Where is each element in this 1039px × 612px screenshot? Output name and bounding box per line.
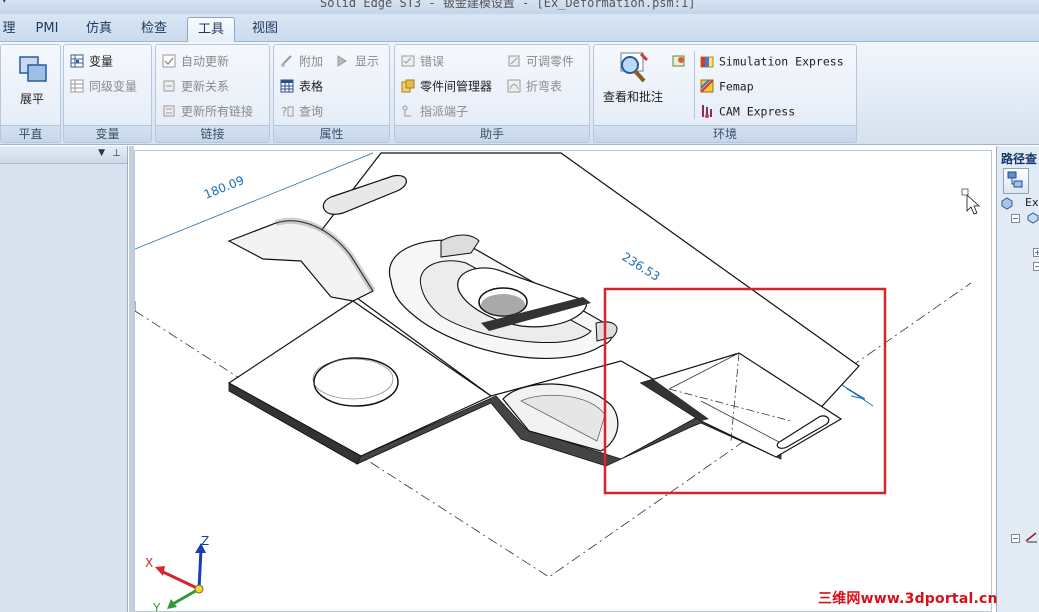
group-assistant-label: 助手 xyxy=(395,125,589,142)
bend-table-button[interactable]: 折弯表 xyxy=(507,76,562,96)
left-docking-panel: ▼ ⊥ xyxy=(0,146,128,612)
sheet-metal-model: 180.09 236.53 Z X Y xyxy=(135,152,981,612)
tree-expand-1[interactable]: − xyxy=(1011,214,1020,223)
environment-separator xyxy=(694,51,695,119)
tab-inspect[interactable]: 检查 xyxy=(132,17,176,42)
group-properties-label: 属性 xyxy=(274,125,389,142)
axis-label-z: Z xyxy=(201,534,209,548)
app-menu-chevron-icon[interactable]: ▾ xyxy=(2,0,7,6)
group-links: 自动更新 更新关系 更新所有链接 链接 xyxy=(155,44,270,143)
variables-button[interactable]: 变量 xyxy=(70,51,113,71)
group-variables-label: 变量 xyxy=(64,125,151,142)
show-button[interactable]: 显示 xyxy=(336,51,379,71)
window-title: Solid Edge ST3 - 钣金建模设置 - [Ex_Deformatio… xyxy=(320,0,696,10)
errors-icon xyxy=(401,55,415,66)
graphics-window[interactable]: 180.09 236.53 Z X Y xyxy=(134,150,992,612)
review-magnifier-icon xyxy=(620,52,649,83)
pathfinder-title: 路径查 xyxy=(1001,152,1038,166)
peer-variables-button[interactable]: 同级变量 xyxy=(70,76,137,96)
pathfinder-tree-button[interactable] xyxy=(1003,168,1029,194)
tab-management[interactable]: 理 xyxy=(0,17,18,42)
boss-hole-shadow xyxy=(481,294,525,316)
svg-text:?: ? xyxy=(281,105,287,118)
table-icon xyxy=(280,79,294,92)
watermark: 三维网www.3dportal.cn xyxy=(818,591,998,607)
auto-update-checkbox[interactable]: 自动更新 xyxy=(162,51,229,71)
tree-view-icon xyxy=(1007,171,1023,188)
tab-tools[interactable]: 工具 xyxy=(187,17,235,42)
ribbon-tab-row: 理 PMI 仿真 检查 工具 视图 xyxy=(0,14,1039,42)
cam-express-icon xyxy=(702,104,712,118)
attach-icon xyxy=(281,54,292,67)
axis-label-x: X xyxy=(145,556,153,570)
group-variables: 变量 同级变量 变量 xyxy=(63,44,152,143)
group-environment-label: 环境 xyxy=(594,125,856,142)
review-options-icon[interactable] xyxy=(671,53,687,69)
show-icon xyxy=(337,54,347,67)
update-all-links-icon xyxy=(163,105,175,116)
unfold-button[interactable]: 展平 xyxy=(9,51,55,107)
simulation-express-icon xyxy=(700,56,714,67)
mouse-cursor-icon xyxy=(966,194,981,215)
assign-terminal-button[interactable]: 指派端子 xyxy=(401,101,468,121)
update-all-links-button[interactable]: 更新所有链接 xyxy=(162,101,253,121)
group-properties: 附加 显示 表格 ? 查询 属性 xyxy=(273,44,390,143)
group-assistant: 错误 可调零件 零件间管理器 折弯表 指派端子 助手 xyxy=(394,44,590,143)
peer-variables-icon xyxy=(70,79,84,92)
review-annotate-button[interactable]: 查看和批注 xyxy=(598,51,668,105)
pathfinder-pane: 路径查 Ex − + − − xyxy=(996,146,1039,612)
tab-simulation[interactable]: 仿真 xyxy=(78,17,120,42)
dimension-label-1: 180.09 xyxy=(202,173,246,202)
cursor-selector-icon xyxy=(961,188,969,196)
adjustable-part-button[interactable]: 可调零件 xyxy=(507,51,574,71)
tab-view[interactable]: 视图 xyxy=(243,17,287,42)
pin-icon[interactable]: ⊥ xyxy=(112,148,121,159)
panel-dropdown-icon[interactable]: ▼ xyxy=(98,148,105,158)
coordinate-triad-icon xyxy=(155,543,206,609)
group-flat-label: 平直 xyxy=(1,125,60,142)
update-relations-icon xyxy=(163,80,175,91)
axis-label-y: Y xyxy=(152,601,161,612)
query-icon: ? xyxy=(281,105,294,118)
query-button[interactable]: ? 查询 xyxy=(280,101,323,121)
update-relations-button[interactable]: 更新关系 xyxy=(162,76,229,96)
tree-expand-4[interactable]: − xyxy=(1011,534,1020,543)
tree-expand-3[interactable]: − xyxy=(1033,262,1039,271)
part-manager-button[interactable]: 零件间管理器 xyxy=(401,76,492,96)
left-panel-header: ▼ ⊥ xyxy=(0,146,127,164)
tree-expand-2[interactable]: + xyxy=(1033,248,1039,257)
group-flat: 展平 平直 xyxy=(0,44,61,143)
errors-button[interactable]: 错误 xyxy=(401,51,444,71)
group-environment: 查看和批注 Simulation Express Femap CAM Expre… xyxy=(593,44,857,143)
unfold-icon xyxy=(19,56,47,82)
femap-icon xyxy=(700,78,714,93)
title-bar: ▾ Solid Edge ST3 - 钣金建模设置 - [Ex_Deformat… xyxy=(0,0,1039,14)
attach-button[interactable]: 附加 xyxy=(280,51,323,71)
dimension-extension xyxy=(838,382,874,407)
feature-icon xyxy=(1027,212,1039,224)
simulation-express-button[interactable]: Simulation Express xyxy=(700,51,844,71)
group-links-label: 链接 xyxy=(156,125,269,142)
femap-button[interactable]: Femap xyxy=(700,76,754,96)
part-manager-icon xyxy=(401,79,415,92)
assign-terminal-icon xyxy=(402,105,411,116)
adjustable-part-icon xyxy=(508,55,520,66)
pathfinder-root-item[interactable]: Ex xyxy=(1025,196,1038,209)
part-icon xyxy=(1001,197,1013,210)
bend-table-icon xyxy=(507,79,521,92)
variable-table-icon xyxy=(70,54,84,67)
auto-update-icon xyxy=(162,54,176,67)
ribbon: 展平 平直 变量 同级变量 变量 自动更新 更新关系 更新所有链接 链接 附加 … xyxy=(0,42,1039,145)
left-panel-body xyxy=(0,164,127,612)
table-button[interactable]: 表格 xyxy=(280,76,323,96)
sketch-icon xyxy=(1025,532,1037,543)
cam-express-button[interactable]: CAM Express xyxy=(700,101,795,121)
tab-pmi[interactable]: PMI xyxy=(28,17,66,42)
